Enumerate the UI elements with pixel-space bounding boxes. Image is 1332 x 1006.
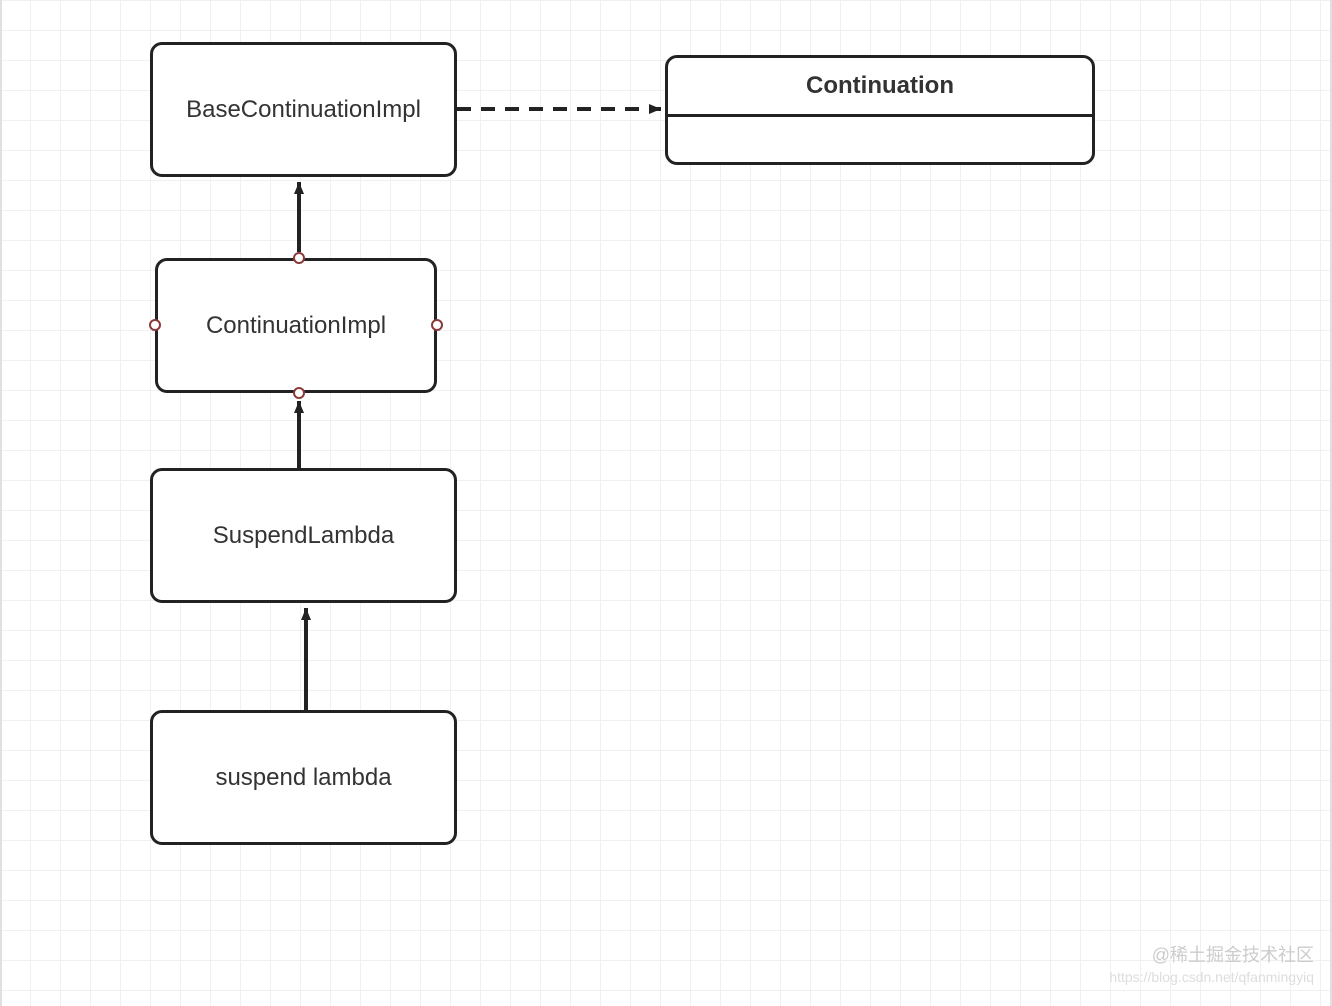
node-label: BaseContinuationImpl <box>186 96 421 124</box>
node-label: suspend lambda <box>215 764 391 792</box>
port-left <box>149 319 161 331</box>
node-label: ContinuationImpl <box>206 312 386 340</box>
node-base-continuation-impl[interactable]: BaseContinuationImpl <box>150 42 457 177</box>
node-body <box>668 114 1092 162</box>
watermark: @稀土掘金技术社区 https://blog.csdn.net/qfanming… <box>1109 943 1314 988</box>
node-continuation[interactable]: Continuation <box>665 55 1095 165</box>
node-label: Continuation <box>806 72 954 100</box>
port-top <box>293 252 305 264</box>
node-suspend-lambda-lower[interactable]: suspend lambda <box>150 710 457 845</box>
port-bottom <box>293 387 305 399</box>
node-title: Continuation <box>668 58 1092 114</box>
node-label: SuspendLambda <box>213 522 394 550</box>
watermark-line2: https://blog.csdn.net/qfanmingyiq <box>1109 968 1314 988</box>
node-continuation-impl[interactable]: ContinuationImpl <box>155 258 437 393</box>
watermark-line1: @稀土掘金技术社区 <box>1109 943 1314 968</box>
node-suspend-lambda[interactable]: SuspendLambda <box>150 468 457 603</box>
port-right <box>431 319 443 331</box>
